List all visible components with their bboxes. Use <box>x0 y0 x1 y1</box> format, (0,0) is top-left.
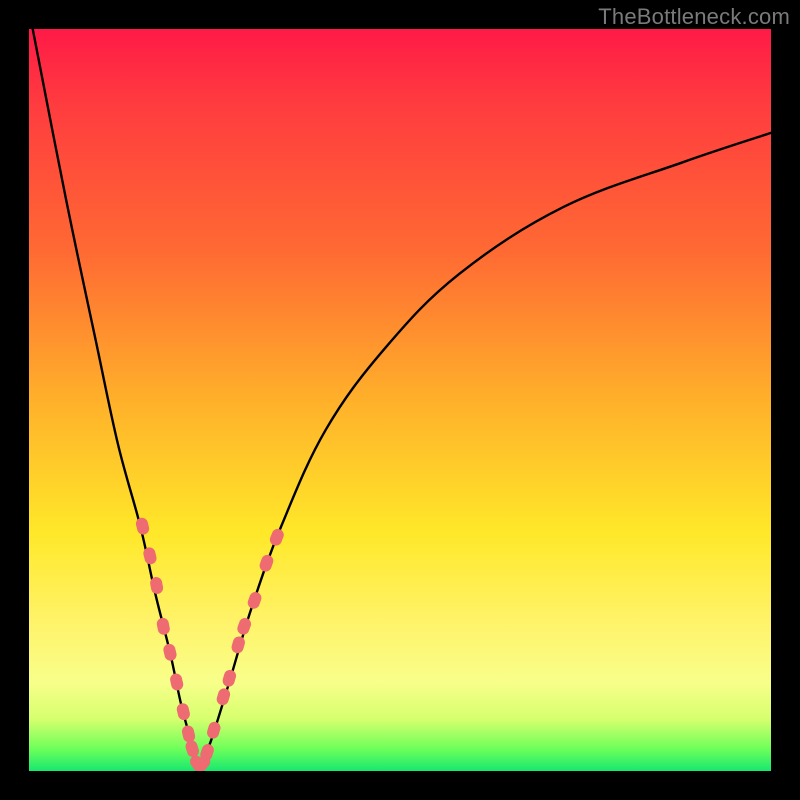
chart-svg <box>29 29 771 771</box>
highlight-dot <box>135 516 151 535</box>
highlight-dot <box>176 702 191 721</box>
highlight-dot <box>181 724 197 743</box>
highlight-dot <box>258 553 275 573</box>
highlight-dot <box>206 720 222 740</box>
highlight-dot <box>221 668 237 688</box>
highlight-dot <box>169 672 184 691</box>
watermark-text: TheBottleneck.com <box>598 4 790 30</box>
highlight-dot <box>156 617 171 636</box>
highlight-dot <box>215 687 231 707</box>
highlight-dot <box>268 527 285 547</box>
curve-right-branch <box>200 133 771 767</box>
highlight-dot <box>162 643 178 662</box>
highlight-dot <box>236 616 253 636</box>
highlight-dot <box>246 590 263 610</box>
plot-area <box>29 29 771 771</box>
highlight-dot <box>230 635 246 655</box>
chart-frame: TheBottleneck.com <box>0 0 800 800</box>
highlight-dot <box>184 739 200 759</box>
